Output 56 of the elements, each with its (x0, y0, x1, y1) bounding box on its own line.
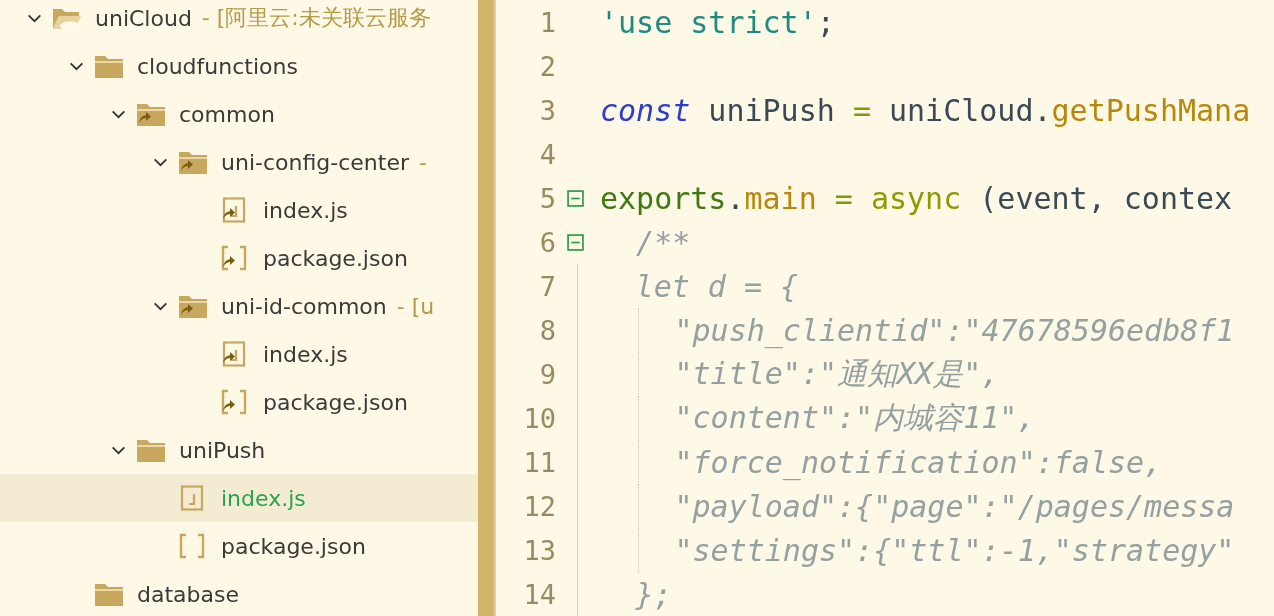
line-number: 14 (522, 578, 556, 610)
code-line: let d = { (634, 268, 799, 304)
chevron-down-icon[interactable] (69, 61, 84, 71)
tree-item-label[interactable]: common (179, 101, 275, 127)
tree-item-note: - [u (396, 293, 435, 319)
tree-item-label[interactable]: package.json (263, 389, 408, 415)
linked-folder-icon (178, 293, 208, 319)
code-line: "title":"通知XX是", (674, 354, 1000, 393)
tree-item-label[interactable]: uniCloud (95, 5, 192, 31)
scrollbar[interactable] (478, 0, 496, 616)
line-number: 1 (538, 6, 556, 38)
line-number: 11 (522, 446, 556, 478)
code-line: "settings":{"ttl":-1,"strategy" (674, 532, 1235, 568)
line-number: 8 (538, 314, 556, 346)
line-number: 7 (538, 270, 556, 302)
code-line: const uniPush = uniCloud.getPushMana (600, 92, 1251, 128)
tree-item-label[interactable]: package.json (263, 245, 408, 271)
tree-item-label[interactable]: uniPush (179, 437, 266, 463)
tree-item-label[interactable]: cloudfunctions (137, 53, 298, 79)
line-number: 5 (538, 182, 556, 214)
code-line: "force_notification":false, (674, 444, 1163, 480)
tree-item-label[interactable]: index.js (263, 197, 348, 223)
tree-item-label[interactable]: uni-config-center (221, 149, 409, 175)
tree-item-label[interactable]: package.json (221, 533, 366, 559)
code-line: "content":"内城容11", (674, 398, 1036, 437)
line-number: 6 (538, 226, 556, 258)
tree-item-note: - [阿里云:未关联云服务 (201, 4, 431, 32)
line-number: 10 (522, 402, 556, 434)
chevron-down-icon[interactable] (27, 13, 42, 23)
line-number: 13 (522, 534, 556, 566)
folder-icon (94, 53, 124, 79)
tree-item-label[interactable]: uni-id-common (221, 293, 387, 319)
folder-icon (94, 581, 124, 607)
linked-folder-icon (136, 101, 166, 127)
collapse-icon[interactable] (567, 233, 584, 251)
chevron-down-icon[interactable] (111, 445, 126, 455)
code-line: "payload":{"page":"/pages/messa (674, 488, 1235, 524)
chevron-down-icon[interactable] (153, 301, 168, 311)
tree-item-note: - (419, 149, 427, 175)
line-number: 4 (538, 138, 556, 170)
code-line: /** (635, 224, 691, 260)
line-number: 3 (538, 94, 556, 126)
chevron-down-icon[interactable] (153, 157, 168, 167)
tree-item-label[interactable]: index.js (263, 341, 348, 367)
linked-folder-icon (178, 149, 208, 175)
line-number: 12 (522, 490, 556, 522)
code-line: "push_clientid":"47678596edb8f1 (674, 312, 1235, 348)
tree-item-label[interactable]: database (137, 581, 239, 607)
chevron-down-icon[interactable] (111, 109, 126, 119)
folder-icon (136, 437, 166, 463)
line-number: 9 (538, 358, 556, 390)
collapse-icon[interactable] (567, 189, 584, 207)
line-number: 2 (538, 50, 556, 82)
code-line: }; (634, 576, 672, 612)
code-line: exports.main = async (event, contex (600, 180, 1233, 216)
code-line: 'use strict'; (600, 4, 835, 40)
